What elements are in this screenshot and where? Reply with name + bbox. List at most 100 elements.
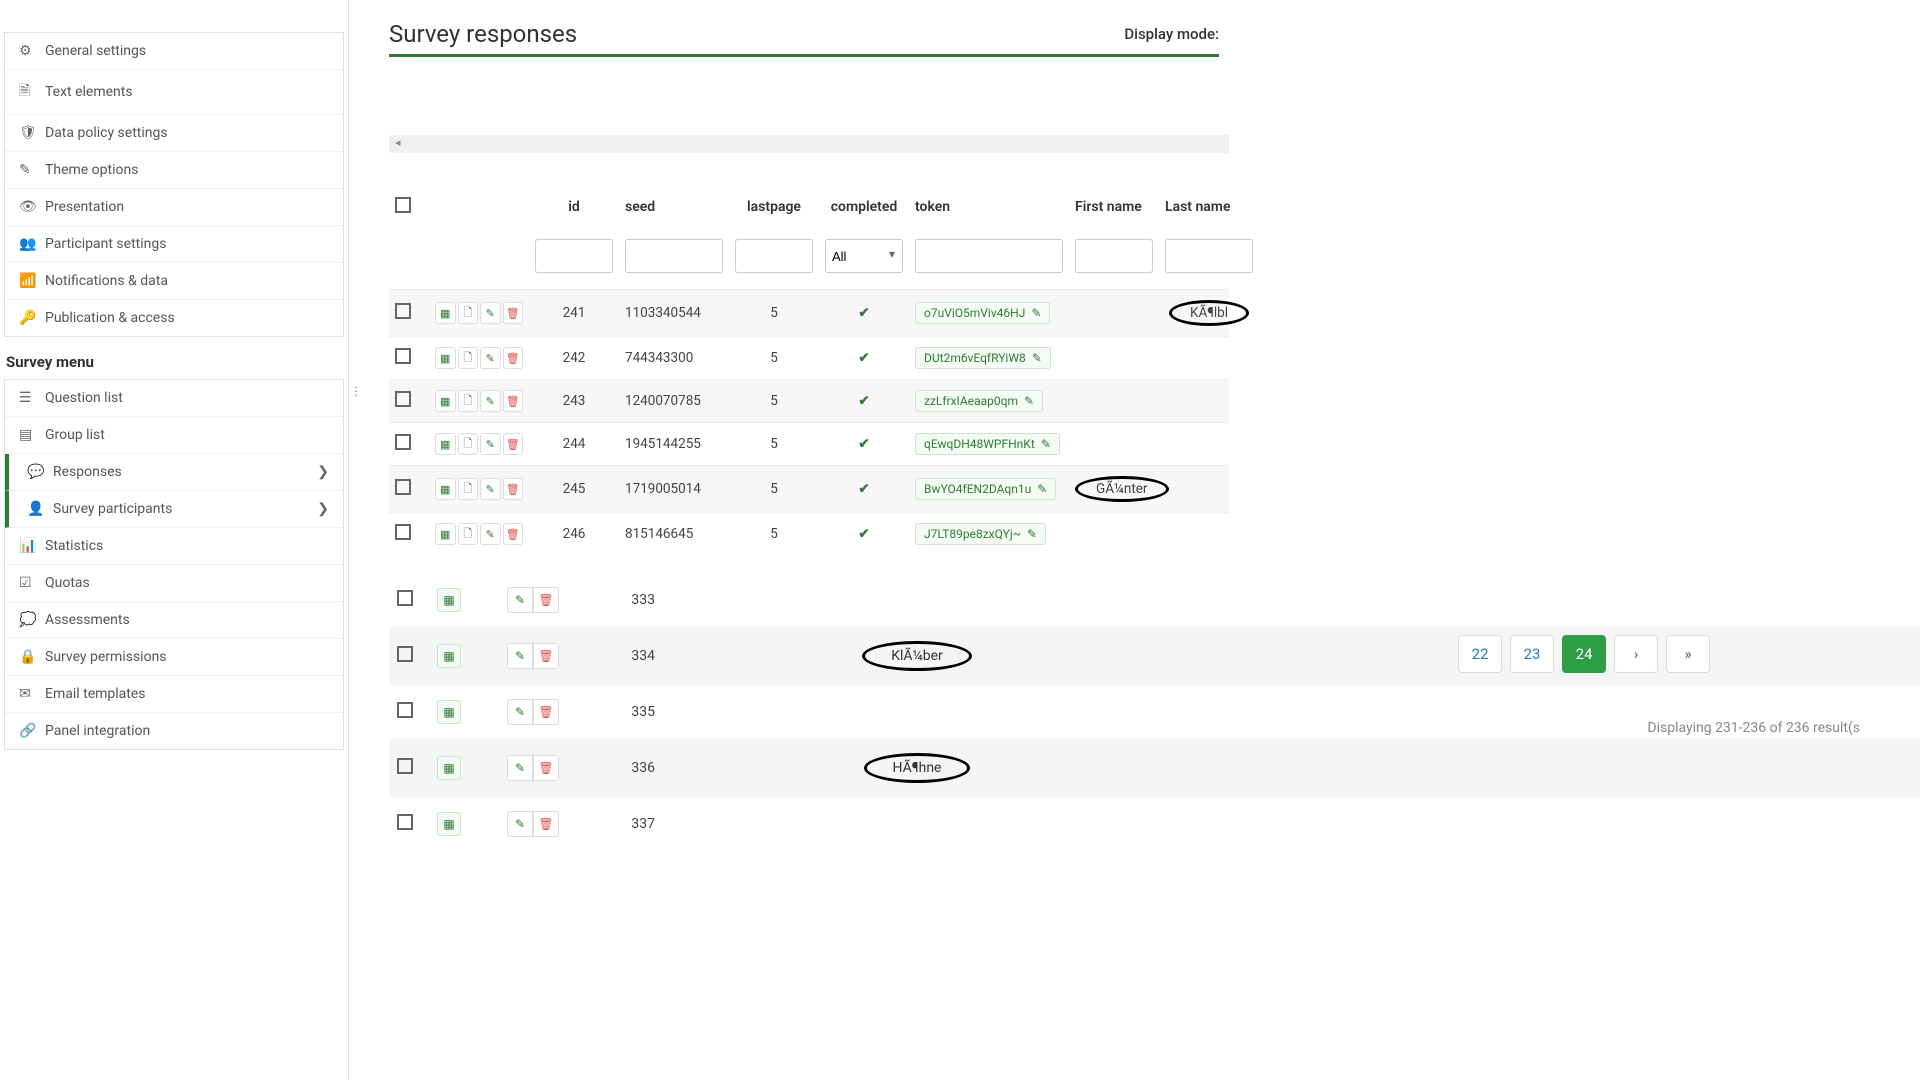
detail-icon[interactable]: 🗋 (458, 523, 479, 545)
sidebar-item-survey-permissions[interactable]: 🔒Survey permissions (5, 639, 343, 676)
view-icon[interactable]: ▦ (437, 812, 461, 836)
pencil-icon[interactable]: ✎ (1031, 306, 1041, 320)
row-checkbox[interactable] (395, 479, 411, 495)
edit-icon[interactable]: ✎ (507, 587, 533, 613)
row-checkbox[interactable] (397, 590, 413, 606)
token-pill[interactable]: DUt2m6vEqfRYiW8✎ (915, 347, 1051, 369)
view-icon[interactable]: ▦ (437, 588, 461, 612)
sidebar-item-survey-participants[interactable]: 👤Survey participants❯ (5, 491, 343, 528)
delete-icon[interactable]: 🗑 (533, 755, 559, 781)
view-icon[interactable]: ▦ (435, 390, 456, 412)
filter-firstname-input[interactable] (1075, 239, 1153, 273)
page-22[interactable]: 22 (1458, 635, 1502, 673)
sidebar-item-publication[interactable]: 🔑Publication & access (5, 300, 343, 336)
view-icon[interactable]: ▦ (435, 433, 456, 455)
pencil-icon[interactable]: ✎ (1041, 437, 1051, 451)
col-header-lastname[interactable]: Last name (1159, 195, 1259, 219)
view-icon[interactable]: ▦ (435, 347, 456, 369)
detail-icon[interactable]: 🗋 (458, 478, 479, 500)
delete-icon[interactable]: 🗑 (503, 390, 524, 412)
delete-icon[interactable]: 🗑 (503, 478, 524, 500)
page-24[interactable]: 24 (1562, 635, 1606, 673)
detail-icon[interactable]: 🗋 (458, 433, 479, 455)
token-pill[interactable]: o7uViO5mViv46HJ✎ (915, 302, 1050, 324)
delete-icon[interactable]: 🗑 (533, 587, 559, 613)
token-pill[interactable]: qEwqDH48WPFHnKt✎ (915, 433, 1060, 455)
scroll-left-icon[interactable]: ◂ (395, 136, 401, 149)
sidebar-item-email-templates[interactable]: ✉Email templates (5, 676, 343, 713)
delete-icon[interactable]: 🗑 (503, 523, 524, 545)
sidebar-item-group-list[interactable]: ▤Group list (5, 417, 343, 454)
row-checkbox[interactable] (395, 348, 411, 364)
token-pill[interactable]: BwYO4fEN2DAqn1u✎ (915, 478, 1056, 500)
filter-lastname-input[interactable] (1165, 239, 1253, 273)
sidebar-item-notifications[interactable]: 📶Notifications & data (5, 263, 343, 300)
edit-icon[interactable]: ✎ (480, 433, 501, 455)
col-header-firstname[interactable]: First name (1069, 195, 1159, 219)
token-pill[interactable]: zzLfrxIAeaap0qm✎ (915, 390, 1043, 412)
page-next[interactable]: › (1614, 635, 1658, 673)
sidebar-item-data-policy[interactable]: 🛡Data policy settings (5, 115, 343, 152)
sidebar-item-presentation[interactable]: 👁Presentation (5, 189, 343, 226)
view-icon[interactable]: ▦ (435, 302, 456, 324)
sidebar-item-theme-options[interactable]: ✎Theme options (5, 152, 343, 189)
edit-icon[interactable]: ✎ (480, 478, 501, 500)
edit-icon[interactable]: ✎ (480, 302, 501, 324)
sidebar-item-participant-settings[interactable]: 👥Participant settings (5, 226, 343, 263)
filter-lastpage-input[interactable] (735, 239, 813, 273)
sidebar-item-general-settings[interactable]: ⚙General settings (5, 33, 343, 70)
sidebar-item-assessments[interactable]: 💭Assessments (5, 602, 343, 639)
delete-icon[interactable]: 🗑 (503, 302, 524, 324)
page-last[interactable]: » (1666, 635, 1710, 673)
pencil-icon[interactable]: ✎ (1037, 482, 1047, 496)
delete-icon[interactable]: 🗑 (533, 699, 559, 725)
pencil-icon[interactable]: ✎ (1027, 527, 1037, 541)
pencil-icon[interactable]: ✎ (1032, 351, 1042, 365)
edit-icon[interactable]: ✎ (507, 699, 533, 725)
row-checkbox[interactable] (395, 434, 411, 450)
detail-icon[interactable]: 🗋 (458, 302, 479, 324)
filter-completed-select[interactable]: All (825, 239, 903, 273)
select-all-checkbox[interactable] (395, 197, 411, 213)
row-checkbox[interactable] (397, 758, 413, 774)
view-icon[interactable]: ▦ (435, 478, 456, 500)
filter-token-input[interactable] (915, 239, 1063, 273)
col-header-completed[interactable]: completed (819, 195, 909, 219)
filter-seed-input[interactable] (625, 239, 723, 273)
view-icon[interactable]: ▦ (437, 644, 461, 668)
row-checkbox[interactable] (395, 524, 411, 540)
edit-icon[interactable]: ✎ (480, 347, 501, 369)
delete-icon[interactable]: 🗑 (503, 433, 524, 455)
row-checkbox[interactable] (397, 702, 413, 718)
col-header-seed[interactable]: seed (619, 195, 729, 219)
page-23[interactable]: 23 (1510, 635, 1554, 673)
edit-icon[interactable]: ✎ (507, 643, 533, 669)
horizontal-scrollbar[interactable]: ◂ (389, 135, 1229, 153)
sidebar-item-panel-integration[interactable]: 🔗Panel integration (5, 713, 343, 749)
col-header-id[interactable]: id (529, 195, 619, 219)
filter-id-input[interactable] (535, 239, 613, 273)
view-icon[interactable]: ▦ (437, 756, 461, 780)
sidebar-item-statistics[interactable]: 📊Statistics (5, 528, 343, 565)
detail-icon[interactable]: 🗋 (458, 390, 479, 412)
token-pill[interactable]: J7LT89pe8zxQYj~✎ (915, 523, 1046, 545)
edit-icon[interactable]: ✎ (480, 390, 501, 412)
view-icon[interactable]: ▦ (435, 523, 456, 545)
edit-icon[interactable]: ✎ (507, 811, 533, 837)
delete-icon[interactable]: 🗑 (533, 811, 559, 837)
row-checkbox[interactable] (397, 646, 413, 662)
view-icon[interactable]: ▦ (437, 700, 461, 724)
delete-icon[interactable]: 🗑 (503, 347, 524, 369)
edit-icon[interactable]: ✎ (480, 523, 501, 545)
row-checkbox[interactable] (395, 391, 411, 407)
delete-icon[interactable]: 🗑 (533, 643, 559, 669)
edit-icon[interactable]: ✎ (507, 755, 533, 781)
sidebar-item-question-list[interactable]: ☰Question list (5, 380, 343, 417)
row-checkbox[interactable] (395, 303, 411, 319)
pencil-icon[interactable]: ✎ (1024, 394, 1034, 408)
sidebar-item-responses[interactable]: 💬Responses❯ (5, 454, 343, 491)
col-header-lastpage[interactable]: lastpage (729, 195, 819, 219)
sidebar-item-text-elements[interactable]: 🗎Text elements (5, 70, 343, 115)
sidebar-item-quotas[interactable]: ☑Quotas (5, 565, 343, 602)
col-header-token[interactable]: token (909, 195, 1069, 219)
